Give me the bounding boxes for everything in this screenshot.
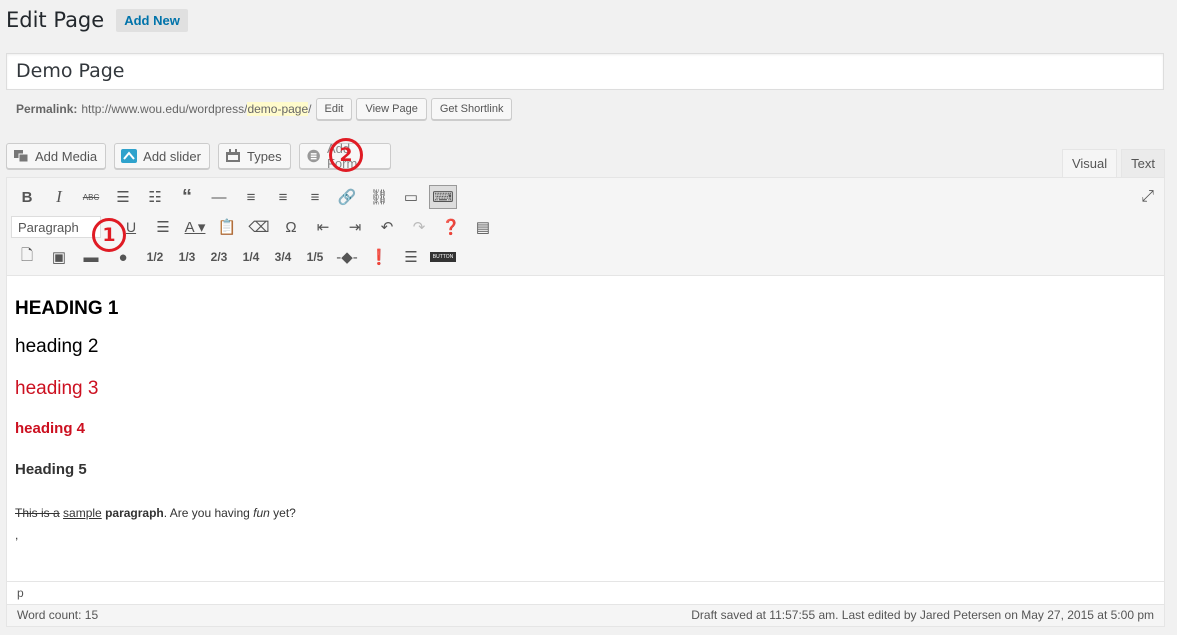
horizontal-line-icon[interactable]: — bbox=[203, 183, 235, 211]
draft-saved-status: Draft saved at 11:57:55 am. Last edited … bbox=[691, 608, 1154, 622]
content-comma: , bbox=[15, 528, 19, 542]
clear-formatting-icon[interactable]: ⌫ bbox=[243, 213, 275, 241]
get-shortlink-button[interactable]: Get Shortlink bbox=[430, 98, 513, 120]
permalink-label: Permalink: bbox=[16, 102, 78, 116]
undo-icon[interactable]: ↶ bbox=[371, 213, 403, 241]
content-heading-2: heading 2 bbox=[15, 336, 99, 357]
col-3-4-button[interactable]: 3/4 bbox=[267, 243, 299, 271]
types-button[interactable]: Types bbox=[217, 143, 291, 169]
bold-icon[interactable]: B bbox=[11, 183, 43, 211]
toolbar-toggle-icon[interactable]: ⌨ bbox=[429, 185, 457, 209]
content-heading-4: heading 4 bbox=[15, 420, 86, 437]
content-heading-3: heading 3 bbox=[15, 378, 99, 399]
strikethrough-icon[interactable]: ABC bbox=[75, 183, 107, 211]
status-bar: Word count: 15 Draft saved at 11:57:55 a… bbox=[7, 604, 1164, 626]
add-media-button[interactable]: Add Media bbox=[6, 143, 107, 169]
element-path[interactable]: p bbox=[7, 581, 1164, 605]
button-shortcode-icon[interactable]: BUTTON bbox=[427, 243, 459, 271]
tab-visual[interactable]: Visual bbox=[1061, 149, 1118, 177]
bullet-list-icon[interactable]: ☰ bbox=[107, 183, 139, 211]
add-slider-button[interactable]: Add slider bbox=[114, 143, 210, 169]
special-character-icon[interactable]: Ω bbox=[275, 213, 307, 241]
align-center-icon[interactable]: ≡ bbox=[267, 183, 299, 211]
callout-2: 2 bbox=[329, 138, 363, 172]
col-1-4-button[interactable]: 1/4 bbox=[235, 243, 267, 271]
permalink-slug[interactable]: demo-page bbox=[247, 102, 309, 116]
content-paragraph: This is a sample paragraph. Are you havi… bbox=[15, 506, 1156, 520]
paste-text-icon[interactable]: 📋 bbox=[211, 213, 243, 241]
tab-text[interactable]: Text bbox=[1121, 149, 1165, 177]
para-mid: . Are you having bbox=[163, 506, 254, 520]
format-select-value: Paragraph bbox=[18, 219, 79, 235]
para-end: yet? bbox=[269, 506, 296, 520]
add-media-label: Add Media bbox=[35, 148, 98, 164]
add-new-button[interactable]: Add New bbox=[116, 8, 188, 32]
col-1-2-button[interactable]: 1/2 bbox=[139, 243, 171, 271]
media-icon bbox=[14, 150, 29, 163]
content-heading-5: Heading 5 bbox=[15, 461, 87, 478]
title-input[interactable]: Demo Page bbox=[6, 53, 1164, 90]
align-left-icon[interactable]: ≡ bbox=[235, 183, 267, 211]
edit-permalink-button[interactable]: Edit bbox=[315, 98, 353, 120]
form-icon bbox=[307, 149, 320, 163]
blockquote-icon[interactable]: “ bbox=[171, 183, 203, 211]
toolbar-row-1: B I ABC ☰ ☷ “ — ≡ ≡ ≡ 🔗 ⛓ ▭ ⌨ bbox=[11, 182, 459, 212]
add-slider-label: Add slider bbox=[143, 148, 201, 164]
fullscreen-icon[interactable]: ⤢ bbox=[1141, 188, 1154, 206]
permalink-base: http://www.wou.edu/wordpress/ bbox=[81, 102, 248, 116]
word-count: Word count: 15 bbox=[17, 608, 99, 622]
list-icon[interactable]: ☰ bbox=[395, 243, 427, 271]
toolbar-row-3: 🗋 ▣ ▬ ● 1/2 1/3 2/3 1/4 3/4 1/5 -◆- ❗ ☰ … bbox=[11, 242, 459, 272]
content-heading-1: HEADING 1 bbox=[15, 298, 119, 319]
editor-content[interactable]: HEADING 1 heading 2 heading 3 heading 4 … bbox=[15, 288, 1156, 542]
box-icon[interactable]: ▣ bbox=[43, 243, 75, 271]
editor-toolbar: ⤢ B I ABC ☰ ☷ “ — ≡ ≡ ≡ 🔗 ⛓ ▭ ⌨ Paragrap… bbox=[7, 178, 1164, 276]
italic-icon[interactable]: I bbox=[43, 183, 75, 211]
view-page-button[interactable]: View Page bbox=[356, 98, 427, 120]
unlink-icon[interactable]: ⛓ bbox=[363, 183, 395, 211]
permalink-row: Permalink: http://www.wou.edu/wordpress/… bbox=[16, 98, 513, 120]
callout-1: 1 bbox=[92, 218, 126, 252]
toolbar-row-2: Paragraph U ☰ A ▾ 📋 ⌫ Ω ⇤ ⇥ ↶ ↷ ❓ ▤ bbox=[11, 212, 499, 242]
columns-icon[interactable]: ▤ bbox=[467, 213, 499, 241]
col-1-3-button[interactable]: 1/3 bbox=[171, 243, 203, 271]
col-1-5-button[interactable]: 1/5 bbox=[299, 243, 331, 271]
slider-icon bbox=[121, 149, 138, 163]
types-icon bbox=[225, 149, 240, 162]
page-header: Edit Page Add New bbox=[6, 8, 188, 32]
col-2-3-button[interactable]: 2/3 bbox=[203, 243, 235, 271]
justify-icon[interactable]: ☰ bbox=[147, 213, 179, 241]
page-title: Edit Page bbox=[6, 8, 105, 32]
para-bold: paragraph bbox=[105, 506, 164, 520]
para-italic: fun bbox=[253, 506, 270, 520]
link-icon[interactable]: 🔗 bbox=[331, 183, 363, 211]
read-more-icon[interactable]: ▭ bbox=[395, 183, 427, 211]
divider-icon[interactable]: -◆- bbox=[331, 243, 363, 271]
alert-icon[interactable]: ❗ bbox=[363, 243, 395, 271]
editor-tabs: Visual Text bbox=[1058, 149, 1165, 177]
types-label: Types bbox=[246, 148, 282, 164]
title-input-value: Demo Page bbox=[16, 60, 125, 82]
outdent-icon[interactable]: ⇤ bbox=[307, 213, 339, 241]
editor: ⤢ B I ABC ☰ ☷ “ — ≡ ≡ ≡ 🔗 ⛓ ▭ ⌨ Paragrap… bbox=[6, 177, 1165, 627]
permalink-trail: / bbox=[308, 102, 312, 116]
numbered-list-icon[interactable]: ☷ bbox=[139, 183, 171, 211]
para-underline: sample bbox=[63, 506, 102, 520]
redo-icon[interactable]: ↷ bbox=[403, 213, 435, 241]
indent-icon[interactable]: ⇥ bbox=[339, 213, 371, 241]
help-icon[interactable]: ❓ bbox=[435, 213, 467, 241]
para-strike: This is a bbox=[15, 506, 60, 520]
text-color-icon[interactable]: A ▾ bbox=[179, 213, 211, 241]
align-right-icon[interactable]: ≡ bbox=[299, 183, 331, 211]
page-icon[interactable]: 🗋 bbox=[11, 243, 43, 271]
format-select[interactable]: Paragraph bbox=[11, 216, 101, 238]
